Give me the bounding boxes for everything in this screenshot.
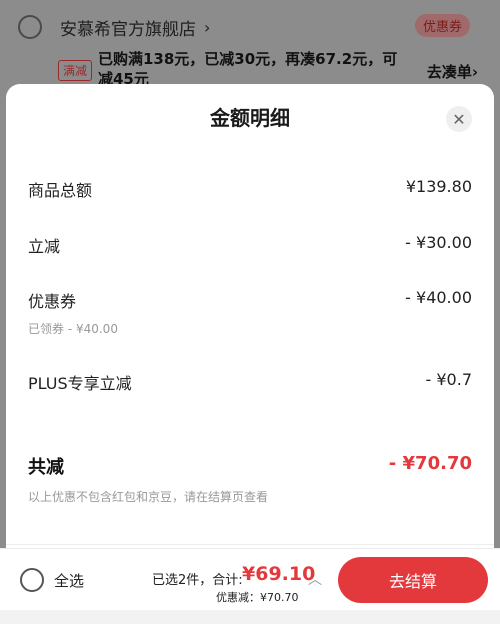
row-label: 优惠券 [28, 292, 77, 311]
promo-row: 满减 已购满138元，已减30元，再凑67.2元，可减45元 去凑单› [58, 48, 488, 88]
row-value: - ¥30.00 [405, 233, 472, 252]
row-value: - ¥0.7 [425, 370, 472, 389]
select-all-radio[interactable] [20, 568, 44, 592]
row-value: - ¥40.00 [405, 288, 472, 307]
store-select-radio[interactable] [18, 15, 42, 39]
total-value: - ¥70.70 [388, 453, 472, 474]
add-more-link[interactable]: 去凑单› [427, 61, 478, 82]
promo-badge: 满减 [58, 60, 93, 81]
divider [6, 544, 494, 545]
row-label: 立减 [28, 237, 61, 256]
store-header[interactable]: 安慕希官方旗舰店 › 优惠券 [18, 12, 482, 42]
checkout-bar: 全选 已选2件，合计: ¥69.10 优惠减：¥70.70 ︿ 去结算 [0, 548, 500, 610]
close-icon: ✕ [452, 109, 466, 129]
checkout-button[interactable]: 去结算 [338, 557, 488, 603]
select-all-label[interactable]: 全选 [54, 570, 84, 591]
row-label: 商品总额 [28, 181, 93, 200]
close-button[interactable]: ✕ [446, 106, 472, 132]
total-label: 共减 [28, 457, 64, 478]
discount-note: 以上优惠不包含红包和京豆，请在结算页查看 [28, 490, 269, 504]
total-amount: ¥69.10 [242, 563, 316, 585]
chevron-up-icon[interactable]: ︿ [308, 569, 322, 589]
selection-summary: 已选2件，合计: [152, 573, 243, 588]
row-label: PLUS专享立减 [28, 374, 132, 393]
row-value: ¥139.80 [405, 177, 472, 196]
sheet-title: 金额明细 [210, 106, 290, 130]
promo-text: 已购满138元，已减30元，再凑67.2元，可减45元 [98, 50, 398, 88]
row-sub: 已领券 - ¥40.00 [28, 322, 118, 336]
coupon-button[interactable]: 优惠券 [414, 14, 470, 37]
chevron-right-icon: › [204, 17, 211, 37]
amount-detail-sheet: 金额明细 ✕ 商品总额 ¥139.80 立减 - ¥30.00 优惠券 - ¥4… [6, 84, 494, 624]
store-name[interactable]: 安慕希官方旗舰店 [60, 15, 196, 40]
footer-strip [0, 610, 500, 624]
discount-summary: 优惠减：¥70.70 [216, 591, 299, 604]
